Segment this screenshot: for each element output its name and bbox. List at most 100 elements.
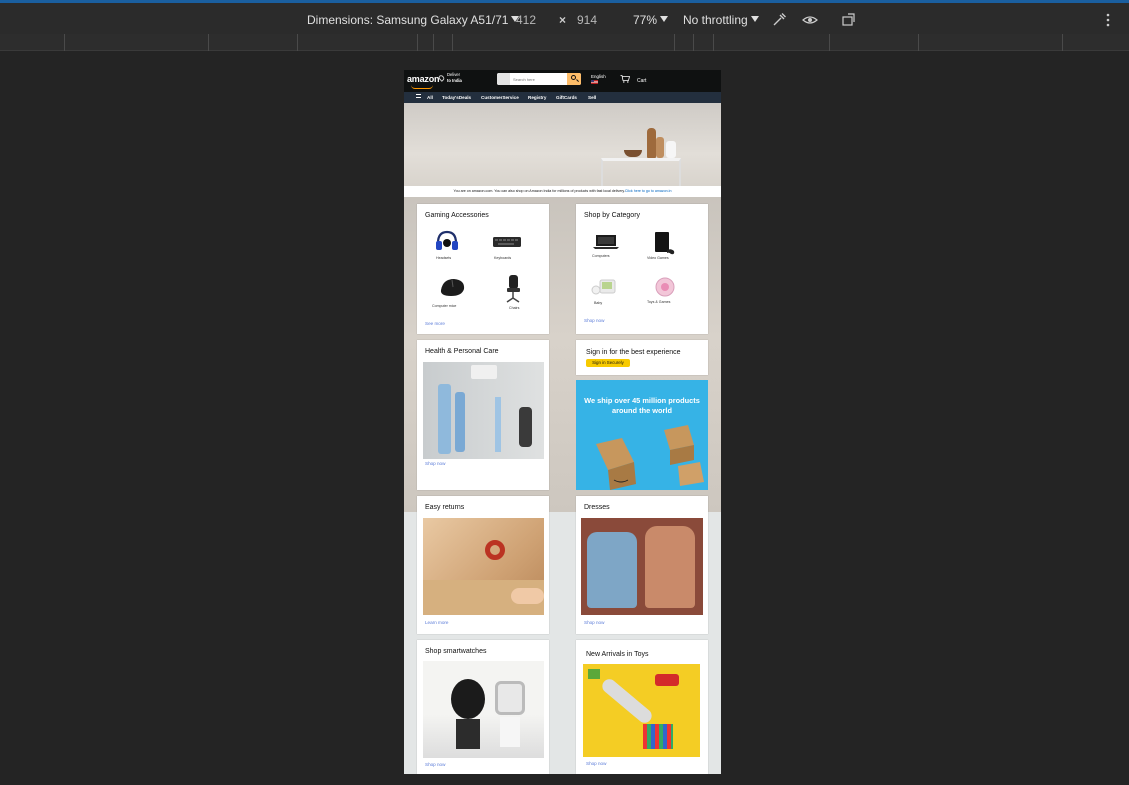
device-viewport: amazon Deliver to India English Cart All… — [404, 70, 721, 774]
smile-icon — [411, 85, 433, 89]
toy-block — [588, 669, 600, 679]
cart-label[interactable]: Cart — [637, 78, 646, 84]
product-bottle — [438, 384, 451, 454]
throttling-dropdown[interactable]: No throttling — [683, 13, 759, 27]
keyboard-icon[interactable] — [492, 235, 522, 249]
product-trimmer — [519, 407, 532, 447]
region-notice: You are on amazon.com. You can also shop… — [404, 186, 721, 197]
tape-roll — [485, 540, 505, 560]
search-icon — [571, 75, 576, 80]
deliver-to[interactable]: Deliver to India — [437, 72, 462, 84]
watch-black — [451, 679, 485, 719]
dresses-image[interactable] — [581, 518, 703, 615]
toy-airplane — [599, 676, 655, 726]
search-bar — [497, 73, 581, 85]
colored-pencils — [643, 724, 673, 749]
card-shop-by-category: Shop by Category Computers Video Games B… — [576, 204, 708, 334]
cart-icon[interactable] — [620, 75, 630, 83]
health-products-image[interactable] — [423, 362, 544, 459]
ship-banner-text: We ship over 45 million products around … — [584, 396, 700, 415]
shop-now-link[interactable]: Shop now — [425, 762, 445, 767]
game-console-icon[interactable] — [651, 230, 677, 256]
device-dimensions-dropdown[interactable]: Dimensions: Samsung Galaxy A51/71 — [307, 13, 520, 27]
card-title: Shop by Category — [584, 212, 641, 219]
amazon-logo[interactable]: amazon — [407, 74, 440, 89]
card-new-arrivals-toys: New Arrivals in Toys Shop now — [576, 640, 708, 774]
shop-now-link[interactable]: Shop now — [425, 461, 445, 466]
gaming-chair-icon[interactable] — [503, 274, 523, 304]
device-height-input[interactable]: 914 — [577, 13, 597, 27]
more-options-icon[interactable] — [1100, 12, 1116, 28]
subnav-item-gift-cards[interactable]: GiftCards — [556, 95, 577, 100]
chevron-down-icon — [660, 16, 669, 22]
subnav-item-registry[interactable]: Registry — [528, 95, 546, 100]
laptop-icon[interactable] — [593, 234, 619, 250]
shop-now-link[interactable]: Shop now — [584, 620, 604, 625]
subnav-item-sell[interactable]: Sell — [588, 95, 596, 100]
card-dresses: Dresses Shop now — [576, 496, 708, 634]
search-button[interactable] — [567, 73, 581, 85]
media-query-ruler — [0, 34, 1129, 51]
boxes-illustration — [596, 425, 704, 490]
watch-strap — [456, 719, 480, 749]
learn-more-link[interactable]: Learn more — [425, 620, 449, 625]
rotate-device-icon[interactable] — [841, 12, 857, 28]
device-width-input[interactable]: 412 — [516, 13, 536, 27]
smartwatches-image[interactable] — [423, 661, 544, 758]
devtools-device-toolbar: Dimensions: Samsung Galaxy A51/71 412 × … — [0, 0, 1129, 34]
us-flag-icon — [591, 80, 598, 84]
card-title: Gaming Accessories — [425, 212, 489, 219]
card-gaming-accessories: Gaming Accessories Headsets Keyboards Co… — [417, 204, 549, 334]
hero-vase — [656, 137, 664, 158]
hero-bowl — [624, 150, 642, 157]
sign-in-securely-button[interactable]: Sign in Securely — [586, 359, 630, 367]
hand — [511, 588, 544, 604]
hero-vase — [647, 128, 656, 158]
card-shop-smartwatches: Shop smartwatches Shop now — [417, 640, 549, 774]
sub-navbar: All Today'sDeals CustomerService Registr… — [404, 92, 721, 103]
product-tube — [471, 365, 497, 379]
zoom-dropdown[interactable]: 77% — [633, 13, 669, 27]
hamburger-icon[interactable] — [416, 94, 421, 98]
language-selector[interactable]: English — [591, 74, 606, 86]
dimension-separator: × — [559, 13, 567, 27]
easy-returns-image[interactable] — [423, 518, 544, 615]
card-title: Dresses — [584, 504, 610, 511]
watch-white — [495, 681, 525, 715]
computer-mouse-icon[interactable] — [437, 276, 467, 298]
hero-shelf — [601, 158, 681, 188]
subnav-item-all[interactable]: All — [427, 95, 433, 100]
product-bottle — [455, 392, 465, 452]
amazon-in-link[interactable]: Click here to go to amazon.in — [625, 189, 672, 193]
search-input[interactable] — [511, 73, 567, 85]
card-easy-returns: Easy returns Learn more — [417, 496, 549, 634]
eyedropper-icon[interactable] — [771, 12, 787, 28]
subnav-item-customer-service[interactable]: CustomerService — [481, 95, 519, 100]
card-title: Health & Personal Care — [425, 348, 499, 355]
search-category-dropdown[interactable] — [497, 73, 510, 85]
watch-strap — [500, 717, 520, 747]
hero-vase — [666, 141, 676, 158]
toy-icon[interactable] — [654, 276, 676, 298]
hero-banner — [404, 103, 721, 188]
card-title: Easy returns — [425, 504, 465, 511]
toy-car — [655, 674, 679, 686]
headset-icon[interactable] — [434, 229, 460, 253]
subnav-item-todays-deals[interactable]: Today'sDeals — [442, 95, 471, 100]
top-navbar: amazon Deliver to India English Cart — [404, 70, 721, 92]
card-title: Sign in for the best experience — [586, 349, 681, 356]
blue-dress — [587, 532, 637, 608]
card-title: New Arrivals in Toys — [586, 651, 649, 658]
toys-image[interactable] — [583, 664, 700, 757]
chevron-down-icon — [750, 16, 759, 22]
floral-dress — [645, 526, 695, 608]
product-razor — [495, 397, 501, 452]
card-title: Shop smartwatches — [425, 648, 487, 655]
card-health-personal-care: Health & Personal Care Shop now — [417, 340, 549, 490]
shop-now-link[interactable]: Shop now — [584, 318, 604, 323]
eye-icon[interactable] — [802, 12, 818, 28]
ship-worldwide-banner[interactable]: We ship over 45 million products around … — [576, 380, 708, 490]
see-more-link[interactable]: See more — [425, 321, 445, 326]
shop-now-link[interactable]: Shop now — [586, 761, 606, 766]
baby-monitor-icon[interactable] — [591, 276, 617, 298]
